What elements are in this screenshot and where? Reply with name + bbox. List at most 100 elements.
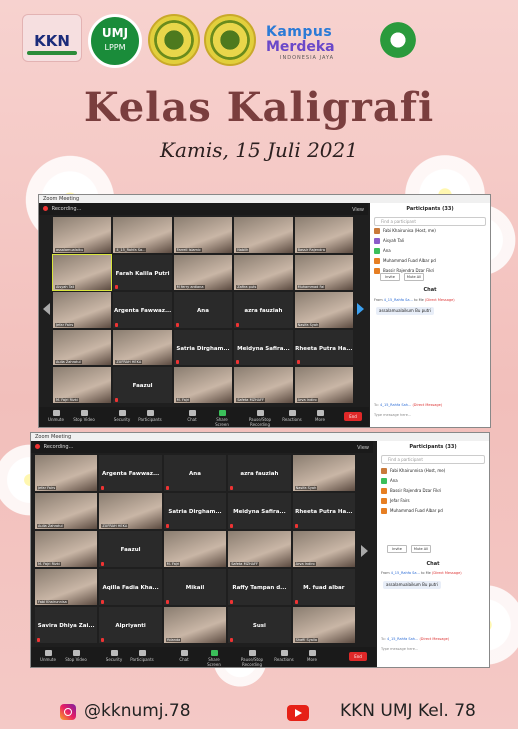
- video-tile[interactable]: Jefar Fairs: [53, 292, 112, 328]
- participants-panel: Participants (33) Find a participant Fab…: [370, 203, 490, 427]
- video-tile[interactable]: Arva Indiro: [292, 531, 355, 567]
- video-tile[interactable]: ZUFRAH HEKA: [113, 329, 172, 366]
- video-tile[interactable]: M. Fajri Rizki: [53, 367, 112, 403]
- participant-search-input[interactable]: Find a participant: [374, 217, 486, 226]
- video-tile[interactable]: Aulia Zahrotul: [35, 493, 98, 529]
- video-tile[interactable]: Nasifa Syah: [294, 292, 353, 328]
- participant-row[interactable]: Muhammad Fuad Albar pd: [381, 507, 485, 515]
- video-tile[interactable]: Aqilla Fadia Kha...: [99, 569, 162, 605]
- video-tile[interactable]: azra fauziah: [228, 455, 291, 491]
- pause-recording-button[interactable]: Pause/Stop Recording: [239, 650, 265, 667]
- security-button[interactable]: Security: [101, 650, 127, 662]
- chat-button[interactable]: Chat: [179, 410, 205, 422]
- chat-button[interactable]: Chat: [171, 650, 197, 662]
- video-tile[interactable]: M ferry ardiana: [173, 254, 233, 291]
- video-tile[interactable]: Faazul: [113, 367, 172, 403]
- video-tile[interactable]: Ana: [173, 292, 233, 328]
- video-tile[interactable]: Zafira puts: [234, 254, 293, 291]
- chat-recipient-selector[interactable]: To: 4_15_Rahfa Sah... (Direct Message): [381, 637, 485, 641]
- video-tile[interactable]: 4_15_Rahfa Sa...: [113, 217, 172, 253]
- umj-lppm-logo: UMJ LPPM: [88, 14, 142, 68]
- participant-search-input[interactable]: Find a participant: [381, 455, 485, 464]
- video-tile[interactable]: Aisyah Tali: [51, 253, 113, 292]
- participants-button[interactable]: Participants: [129, 650, 155, 662]
- end-meeting-button[interactable]: End: [344, 412, 362, 421]
- toolbar-label: Chat: [187, 417, 197, 422]
- video-tile[interactable]: Rheeta Putra Ha...: [292, 493, 355, 529]
- chat-input[interactable]: Type message here...: [374, 413, 486, 417]
- video-tile[interactable]: Nasifa Syah: [292, 455, 355, 491]
- chat-message: assalamualaikum Bu putri: [376, 307, 435, 315]
- video-tile[interactable]: M. Fajri: [173, 367, 233, 403]
- video-tile[interactable]: Ana: [163, 455, 227, 491]
- video-tile[interactable]: Shafil Syalla: [292, 607, 355, 643]
- mute-all-button[interactable]: Mute All: [404, 273, 424, 281]
- invite-button[interactable]: Invite: [380, 273, 400, 281]
- security-button[interactable]: Security: [109, 410, 135, 422]
- chat-recipient-selector[interactable]: To: 4_15_Rahfa Sah... (Direct Message): [374, 403, 486, 407]
- video-tile[interactable]: M. fuad albar: [292, 569, 355, 605]
- video-tile[interactable]: ZUFRAH HEKA: [99, 493, 162, 529]
- video-tile[interactable]: Susi: [228, 607, 291, 643]
- prev-page-icon[interactable]: [43, 303, 50, 315]
- next-page-icon[interactable]: [357, 303, 364, 315]
- video-tile[interactable]: M. Fajri: [163, 531, 227, 567]
- view-button[interactable]: View: [352, 204, 364, 216]
- video-tile[interactable]: Yolanda: [163, 607, 227, 643]
- video-tile[interactable]: Bassir Rajendra: [294, 217, 353, 253]
- video-tile[interactable]: M. Fajri Rizki: [35, 531, 98, 567]
- video-tile[interactable]: Raffy Tampan d...: [228, 569, 291, 605]
- unmute-button[interactable]: Unmute: [35, 650, 61, 662]
- video-tile[interactable]: Satria Dirgham...: [173, 329, 233, 366]
- invite-button[interactable]: Invite: [387, 545, 407, 553]
- video-tile[interactable]: Aulia Zahrotul: [53, 329, 112, 366]
- participant-row[interactable]: Muhammad Fuad Albar pd: [374, 257, 486, 265]
- stop-video-button[interactable]: Stop Video: [63, 650, 89, 662]
- video-tile[interactable]: Mikail: [163, 569, 227, 605]
- toolbar-label: Chat: [179, 657, 189, 662]
- video-tile[interactable]: Fabi Khairunnisa: [35, 569, 98, 605]
- reactions-button[interactable]: Reactions: [271, 650, 297, 662]
- participant-row[interactable]: Aisyah Tali: [374, 237, 486, 245]
- video-tile[interactable]: Arva Indiro: [294, 367, 353, 403]
- video-tile[interactable]: Faazul: [99, 531, 162, 567]
- more-button[interactable]: More: [307, 410, 333, 422]
- participant-row[interactable]: Ana: [381, 477, 485, 485]
- more-button[interactable]: More: [299, 650, 325, 662]
- video-tile[interactable]: Muhammad Fal: [294, 254, 353, 291]
- participant-row[interactable]: Fabi Khairunisa (Host, me): [374, 227, 486, 235]
- video-tile[interactable]: Meidyna Safira...: [234, 329, 293, 366]
- unmute-button[interactable]: Unmute: [43, 410, 69, 422]
- end-meeting-button[interactable]: End: [349, 652, 367, 661]
- video-tile[interactable]: Farah Kalila Putri: [113, 254, 172, 291]
- video-tile[interactable]: Safeta MZHAFF: [234, 367, 293, 403]
- reactions-button[interactable]: Reactions: [279, 410, 305, 422]
- view-button[interactable]: View: [357, 442, 369, 454]
- stop-video-button[interactable]: Stop Video: [71, 410, 97, 422]
- share-screen-button[interactable]: Share Screen: [209, 410, 235, 427]
- participants-title: Participants (33): [406, 206, 454, 212]
- video-tile[interactable]: Farrell Islamic: [173, 217, 233, 253]
- video-tile[interactable]: azra fauziah: [234, 292, 293, 328]
- video-tile[interactable]: Argenta Fawwaz...: [113, 292, 172, 328]
- next-page-icon[interactable]: [361, 545, 368, 557]
- share-screen-button[interactable]: Share Screen: [201, 650, 227, 667]
- participant-row[interactable]: Bassir Rajendra Dzar Fikri: [381, 487, 485, 495]
- chat-input[interactable]: Type message here...: [381, 647, 485, 651]
- mute-all-button[interactable]: Mute All: [411, 545, 431, 553]
- participant-row[interactable]: Fabi Khairunnisa (Host, me): [381, 467, 485, 475]
- video-tile[interactable]: Safeta MZHAFF: [228, 531, 291, 567]
- video-tile[interactable]: Alpriyanti: [99, 607, 162, 643]
- participant-row[interactable]: Jefar Fairs: [381, 497, 485, 505]
- video-tile[interactable]: Nabilh: [234, 217, 293, 253]
- video-tile[interactable]: Satria Dirgham...: [163, 493, 227, 529]
- video-tile[interactable]: Jefar Fairs: [35, 455, 98, 491]
- video-tile[interactable]: Argenta Fawwaz...: [99, 455, 162, 491]
- participant-row[interactable]: Ana: [374, 247, 486, 255]
- video-tile[interactable]: Rheeta Putra Ha...: [294, 329, 353, 366]
- video-tile[interactable]: Savira Dhiya Zai...: [35, 607, 98, 643]
- participants-button[interactable]: Participants: [137, 410, 163, 422]
- pause-recording-button[interactable]: Pause/Stop Recording: [247, 410, 273, 427]
- video-tile[interactable]: Meidyna Safira...: [228, 493, 291, 529]
- video-tile[interactable]: assalamualaiku: [53, 217, 112, 253]
